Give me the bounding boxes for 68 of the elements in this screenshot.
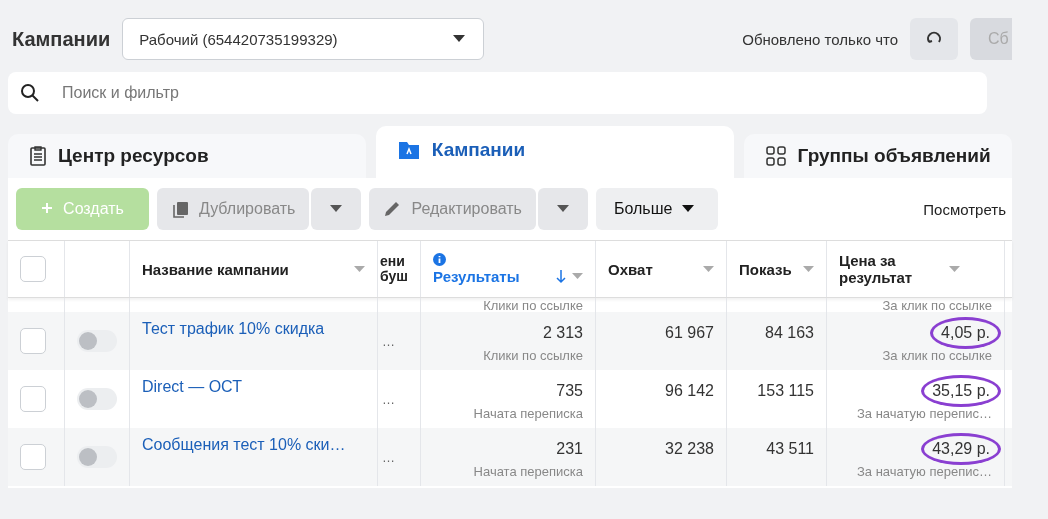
table-cell: 43,29 р. (924, 436, 998, 462)
pencil-icon (383, 200, 402, 218)
table-cell: 35,15 р. (924, 378, 998, 404)
caret-icon (453, 35, 466, 43)
table-cell: 231 (556, 440, 583, 458)
column-header[interactable]: Цена за результат (839, 252, 949, 286)
campaign-name-link[interactable]: Сообщения тест 10% ски… (142, 436, 346, 454)
cost-type: За начатую перепис… (856, 406, 992, 421)
table-cell: 735 (556, 382, 583, 400)
table-cell: 153 115 (757, 382, 814, 400)
folder-icon (397, 139, 420, 160)
toggle-switch[interactable] (77, 388, 117, 410)
dropdown-button[interactable] (537, 188, 588, 230)
toggle-switch[interactable] (77, 330, 117, 352)
tab[interactable]: Группы объявлений (743, 134, 1012, 178)
account-dropdown[interactable]: Рабочий (654420735199329) (122, 18, 485, 60)
caret-icon[interactable] (949, 265, 960, 273)
column-header[interactable]: Показь (739, 260, 803, 278)
search-field[interactable]: Поиск и фильтр (8, 72, 987, 114)
column-header[interactable]: Результаты (433, 268, 556, 285)
refresh-button[interactable] (910, 18, 958, 60)
tab[interactable]: Кампании (375, 126, 734, 178)
table-cell: … (382, 449, 395, 465)
grid-icon (765, 146, 786, 166)
table-cell: 4,05 р. (933, 320, 998, 346)
info-icon (433, 253, 446, 266)
table-cell: … (382, 333, 395, 349)
more-button[interactable]: Больше (595, 188, 719, 230)
cost-type: За клик по ссылке (882, 348, 992, 363)
toggle-switch[interactable] (77, 446, 117, 468)
column-header[interactable]: ени буш (380, 254, 418, 284)
view-link[interactable]: Посмотреть (923, 200, 1006, 218)
caret-icon (330, 205, 343, 213)
caret-icon (682, 205, 695, 213)
caret-icon[interactable] (354, 265, 365, 273)
tab[interactable]: Центр ресурсов (8, 134, 366, 178)
result-type: Клики по ссылке (483, 348, 583, 363)
caret-icon[interactable] (803, 265, 814, 273)
table-cell: 2 313 (542, 324, 583, 342)
table-cell: … (382, 391, 395, 407)
row-checkbox[interactable] (20, 328, 46, 354)
select-all-checkbox[interactable] (20, 256, 46, 282)
page-title: Кампании (11, 27, 111, 51)
result-type: Начата переписка (473, 464, 583, 479)
row-checkbox[interactable] (20, 386, 46, 412)
plus-icon (41, 202, 54, 216)
table-cell: 84 163 (765, 324, 814, 342)
update-status: Обновлено только что (742, 30, 898, 48)
cost-type: За начатую перепис… (856, 464, 992, 479)
row-checkbox[interactable] (20, 444, 46, 470)
table-cell: 61 967 (665, 324, 714, 342)
campaign-name-link[interactable]: Direct — ОСТ (142, 378, 242, 396)
copy-icon (171, 200, 189, 218)
clipboard-icon (30, 146, 46, 166)
caret-icon[interactable] (572, 273, 583, 280)
caret-icon[interactable] (703, 265, 714, 273)
caret-icon (556, 205, 569, 213)
campaign-name-link[interactable]: Тест трафик 10% скидка (142, 320, 325, 338)
dropdown-button[interactable] (311, 188, 362, 230)
table-cell: 96 142 (665, 382, 714, 400)
table-cell: 43 511 (766, 440, 814, 458)
sort-arrow-icon[interactable] (556, 269, 566, 284)
table-cell: 32 238 (665, 440, 714, 458)
result-type: Клики по ссылке (483, 298, 583, 313)
cost-type: За клик по ссылке (882, 298, 992, 313)
column-header[interactable]: Охват (608, 260, 703, 278)
result-type: Начата переписка (473, 406, 583, 421)
column-header[interactable]: Название кампании (142, 260, 354, 278)
